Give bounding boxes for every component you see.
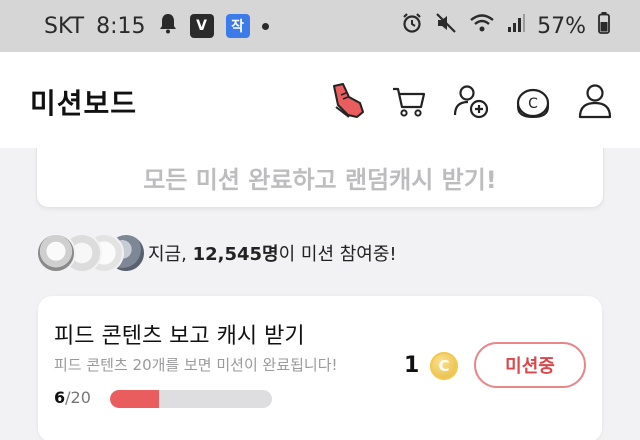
- random-cash-banner[interactable]: 모든 미션 완료하고 랜덤캐시 받기!: [36, 148, 604, 208]
- participants-suffix: 이 미션 참여중!: [278, 244, 397, 265]
- add-friend-icon[interactable]: [450, 80, 492, 122]
- participants-prefix: 지금,: [148, 244, 193, 265]
- clock: 8:15: [96, 13, 146, 39]
- more-notifications-dot: [261, 22, 269, 30]
- progress-current: 6: [54, 388, 66, 407]
- participants-text: 지금, 12,545명이 미션 참여중!: [148, 240, 397, 266]
- progress-fill: [110, 390, 159, 408]
- progress-bar: [110, 390, 272, 408]
- header-actions: C: [326, 80, 616, 122]
- reward-amount: 1: [404, 353, 420, 378]
- app-badge-blue: 작: [225, 14, 250, 38]
- cart-icon[interactable]: [388, 80, 430, 122]
- progress-total: /20: [65, 388, 91, 407]
- shoe-icon[interactable]: [326, 80, 368, 122]
- page-title: 미션보드: [30, 87, 138, 120]
- banner-text: 모든 미션 완료하고 랜덤캐시 받기!: [143, 166, 497, 194]
- mission-status-button[interactable]: 미션중: [474, 342, 586, 388]
- status-bar-right: 57%: [401, 12, 610, 40]
- mute-icon: [435, 12, 457, 40]
- carrier-label: SKT: [44, 13, 85, 39]
- avatar: [36, 233, 76, 273]
- cash-coin-icon: C: [430, 352, 458, 380]
- app-header: 미션보드 C: [0, 52, 640, 148]
- wifi-icon: [469, 12, 495, 40]
- profile-icon[interactable]: [574, 80, 616, 122]
- signal-icon: [507, 13, 526, 39]
- status-bar-left: SKT 8:15 V 작: [44, 12, 269, 40]
- status-bar: SKT 8:15 V 작 57%: [0, 0, 640, 52]
- svg-text:C: C: [528, 96, 538, 112]
- battery-icon: [598, 12, 610, 40]
- mission-title: 피드 콘텐츠 보고 캐시 받기: [54, 324, 305, 349]
- battery-percent: 57%: [537, 13, 586, 39]
- coin-icon[interactable]: C: [512, 80, 554, 122]
- coin-symbol: C: [438, 357, 450, 375]
- mission-description: 피드 콘텐츠 20개를 보면 미션이 완료됩니다!: [54, 356, 338, 374]
- participant-avatars: [36, 231, 146, 275]
- bell-icon: [158, 12, 178, 40]
- mission-card[interactable]: 피드 콘텐츠 보고 캐시 받기 피드 콘텐츠 20개를 보면 미션이 완료됩니다…: [38, 296, 602, 440]
- alarm-icon: [401, 12, 423, 40]
- participants-row: 지금, 12,545명이 미션 참여중!: [36, 230, 397, 276]
- participants-count: 12,545명: [192, 244, 279, 265]
- app-badge-v: V: [189, 14, 214, 38]
- progress-count: 6/20: [54, 388, 91, 407]
